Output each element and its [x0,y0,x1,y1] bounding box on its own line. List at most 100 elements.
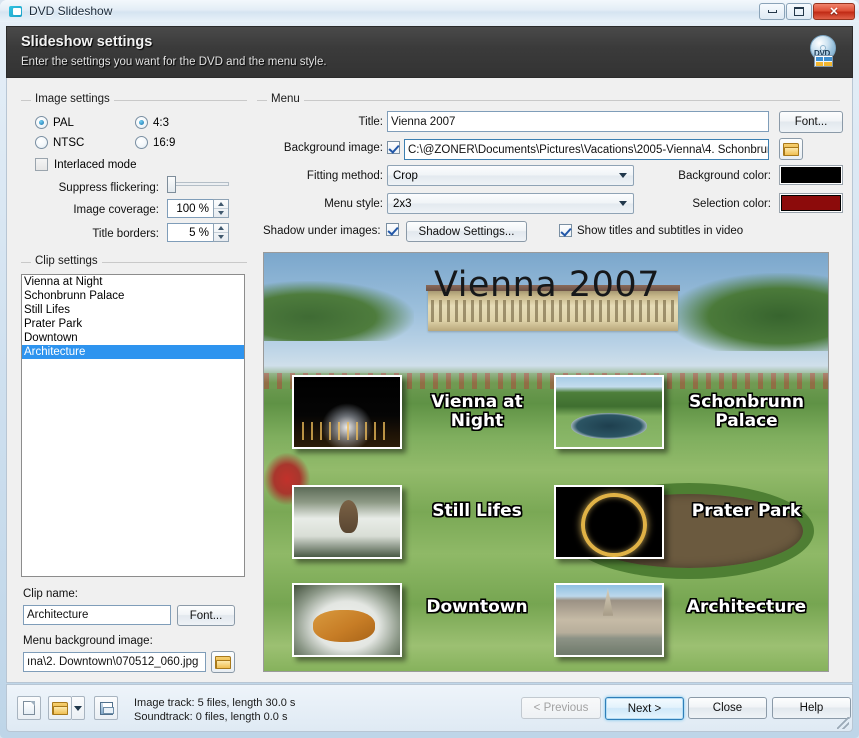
interlaced-mode-checkbox[interactable]: Interlaced mode [35,158,136,171]
clip-settings-legend: Clip settings [31,255,102,267]
folder-open-icon [52,701,68,715]
folder-open-icon [783,142,799,156]
next-button[interactable]: Next > [605,697,684,720]
open-project-dropdown-button[interactable] [72,696,85,720]
preview-thumb-prater-park[interactable] [554,485,664,559]
list-item[interactable]: Still Lifes [22,303,244,317]
radio-4-3[interactable]: 4:3 [135,116,169,129]
preview-thumb-vienna-at-night[interactable] [292,375,402,449]
image-coverage-label: Image coverage: [73,204,159,216]
resize-grip[interactable] [837,717,849,729]
stepper-up-icon[interactable] [214,224,228,233]
menu-background-browse-button[interactable] [211,651,235,673]
help-button[interactable]: Help [772,697,851,719]
shadow-under-images-checkbox[interactable] [386,223,399,236]
preview-label-downtown[interactable]: Downtown [412,598,542,617]
preview-thumb-still-lifes[interactable] [292,485,402,559]
new-document-icon [23,701,35,715]
title-borders-stepper[interactable]: 5 % [167,223,229,242]
list-item[interactable]: Vienna at Night [22,275,244,289]
slider-track [167,182,229,186]
dvd-disc-icon: DVD [806,35,840,69]
footer-bar: Image track: 5 files, length 30.0 s Soun… [6,684,853,732]
stepper-down-icon[interactable] [214,233,228,241]
list-item[interactable]: Architecture [22,345,244,359]
selection-color-swatch[interactable] [779,193,843,213]
slider-thumb[interactable] [167,176,176,193]
stepper-up-icon[interactable] [214,200,228,209]
menu-title-font-button[interactable]: Font... [779,111,843,133]
list-item[interactable]: Prater Park [22,317,244,331]
title-bar: DVD Slideshow ✕ [0,0,859,22]
suppress-flickering-label: Suppress flickering: [58,182,159,194]
clip-list[interactable]: Vienna at Night Schonbrunn Palace Still Li… [21,274,245,577]
selection-color-label: Selection color: [692,198,771,210]
background-color-label: Background color: [678,170,771,182]
preview-thumb-architecture[interactable] [554,583,664,657]
clip-name-label: Clip name: [23,588,78,600]
background-color-swatch[interactable] [779,165,843,185]
stepper-arrows[interactable] [213,199,229,218]
image-coverage-value[interactable]: 100 % [167,199,213,218]
minimize-button[interactable] [759,3,785,20]
page-title: Slideshow settings [21,34,153,50]
app-window-icon [9,5,23,18]
preview-label-schonbrunn-palace[interactable]: Schonbrunn Palace [674,393,819,431]
background-image-browse-button[interactable] [779,138,803,160]
open-project-button[interactable] [48,696,72,720]
radio-16-9-label: 16:9 [153,136,176,149]
close-dialog-button[interactable]: Close [688,697,767,719]
shadow-settings-button[interactable]: Shadow Settings... [406,221,527,242]
image-coverage-stepper[interactable]: 100 % [167,199,229,218]
list-item[interactable]: Downtown [22,331,244,345]
background-image-checkbox[interactable] [387,141,400,154]
preview-label-architecture[interactable]: Architecture [674,598,819,617]
menu-background-image-label: Menu background image: [23,635,153,647]
clip-name-input[interactable]: Architecture [23,605,171,625]
radio-ntsc[interactable]: NTSC [35,136,84,149]
stepper-arrows[interactable] [213,223,229,242]
fitting-method-select[interactable]: Crop [387,165,634,186]
radio-16-9[interactable]: 16:9 [135,136,175,149]
save-project-button[interactable] [94,696,118,720]
suppress-flickering-slider[interactable] [167,176,229,193]
stepper-down-icon[interactable] [214,209,228,217]
radio-dot-icon [35,116,48,129]
title-borders-value[interactable]: 5 % [167,223,213,242]
list-item[interactable]: Schonbrunn Palace [22,289,244,303]
background-image-label: Background image: [283,142,383,154]
menu-title-input[interactable]: Vienna 2007 [387,111,769,132]
preview-thumb-downtown[interactable] [292,583,402,657]
new-project-button[interactable] [17,696,41,720]
selection-color-value [781,195,841,211]
checkbox-icon [35,158,48,171]
preview-label-still-lifes[interactable]: Still Lifes [412,502,542,521]
preview-label-vienna-at-night[interactable]: Vienna at Night [412,393,542,431]
preview-label-prater-park[interactable]: Prater Park [674,502,819,521]
status-soundtrack: Soundtrack: 0 files, length 0.0 s [134,711,288,723]
menu-style-value: 2x3 [393,197,412,210]
maximize-button[interactable] [786,3,812,20]
floppy-save-icon [99,701,114,715]
menu-title-label: Title: [358,116,384,128]
menu-background-image-input[interactable]: ına\2. Downtown\070512_060.jpg [23,652,206,672]
radio-dot-icon [135,116,148,129]
previous-button[interactable]: < Previous [521,697,601,719]
preview-menu-title: Vienna 2007 [434,265,660,305]
menu-style-select[interactable]: 2x3 [387,193,634,214]
fitting-method-value: Crop [393,169,418,182]
menu-style-label: Menu style: [324,198,383,210]
clip-font-button[interactable]: Font... [177,605,235,626]
maximize-icon [794,7,804,16]
background-image-input[interactable]: C:\@ZONER\Documents\Pictures\Vacations\2… [404,139,769,160]
radio-ntsc-label: NTSC [53,136,85,149]
menu-preview[interactable]: Vienna 2007 Vienna at Night Schonbrunn Pal… [263,252,829,672]
radio-pal[interactable]: PAL [35,116,74,129]
radio-dot-icon [35,136,48,149]
window-controls: ✕ [759,3,855,20]
show-titles-label: Show titles and subtitles in video [577,225,744,237]
close-button[interactable]: ✕ [813,3,855,20]
preview-thumb-schonbrunn-palace[interactable] [554,375,664,449]
show-titles-checkbox[interactable] [559,224,572,237]
page-header: Slideshow settings Enter the settings yo… [6,26,853,78]
